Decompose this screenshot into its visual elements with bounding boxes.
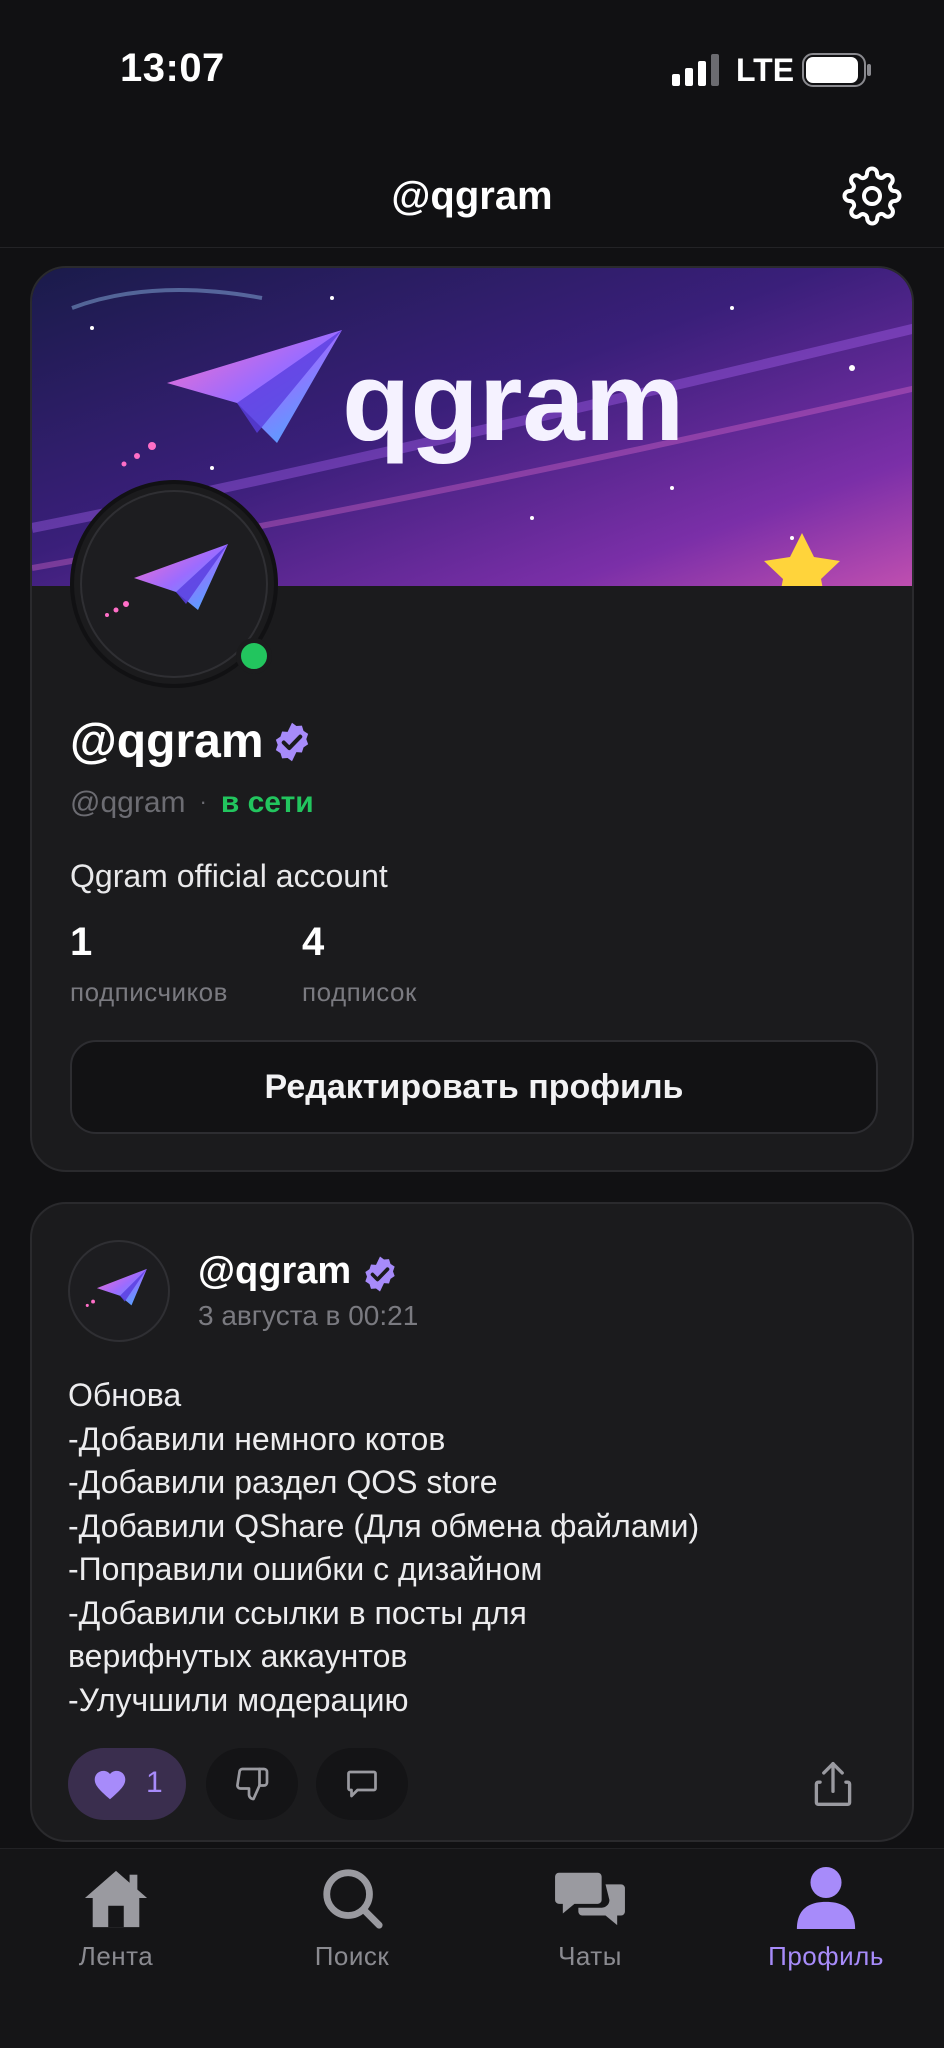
comment-icon bbox=[347, 1770, 377, 1798]
bottom-tab-bar: Лента Поиск Чаты Профиль bbox=[0, 1848, 944, 2048]
like-count: 1 bbox=[146, 1766, 163, 1799]
online-indicator bbox=[236, 638, 272, 674]
bio: Qgram official account bbox=[70, 858, 388, 894]
tab-feed[interactable]: Лента bbox=[16, 1865, 216, 1972]
settings-button[interactable] bbox=[842, 166, 902, 226]
post-line: -Улучшили модерацию bbox=[68, 1681, 409, 1718]
following-count: 4 bbox=[302, 920, 325, 964]
followers-stat[interactable]: 1 подписчиков bbox=[70, 920, 228, 1008]
heart-icon bbox=[94, 1770, 126, 1800]
post-line: верифнутых аккаунтов bbox=[68, 1638, 408, 1674]
post-avatar[interactable] bbox=[68, 1240, 170, 1342]
page-title: @qgram bbox=[391, 174, 553, 218]
paper-plane-logo bbox=[85, 1268, 147, 1307]
post-timestamp: 3 августа в 00:21 bbox=[198, 1300, 419, 1331]
handle-line: @qgram · в сети bbox=[70, 786, 314, 820]
post-card: @qgram 3 августа в 00:21 Обнова -Добавил… bbox=[30, 1202, 914, 1842]
followers-count: 1 bbox=[70, 920, 93, 964]
signal-icon bbox=[672, 54, 719, 86]
battery-icon bbox=[802, 53, 871, 87]
network-label: LTE bbox=[736, 52, 795, 88]
tab-chats[interactable]: Чаты bbox=[490, 1865, 690, 1972]
post-line: -Поправили ошибки с дизайном bbox=[68, 1551, 543, 1587]
post-line: -Добавили раздел QOS store bbox=[68, 1464, 498, 1500]
tab-label: Профиль bbox=[768, 1941, 884, 1971]
top-header: @qgram bbox=[0, 140, 944, 248]
like-button[interactable]: 1 bbox=[68, 1748, 186, 1820]
search-icon bbox=[323, 1869, 383, 1929]
tab-profile[interactable]: Профиль bbox=[726, 1865, 926, 1972]
edit-profile-button[interactable]: Редактировать профиль bbox=[70, 1040, 878, 1134]
tab-label: Поиск bbox=[314, 1941, 390, 1971]
display-name: @qgram bbox=[70, 715, 264, 768]
status-time: 13:07 bbox=[120, 46, 225, 90]
handle: @qgram bbox=[70, 786, 186, 819]
comment-button[interactable] bbox=[316, 1748, 408, 1820]
dislike-button[interactable] bbox=[206, 1748, 298, 1820]
post-line: -Добавили ссылки в посты для bbox=[68, 1594, 527, 1631]
online-status: в сети bbox=[220, 786, 314, 819]
banner-logo-text: qgram bbox=[342, 339, 684, 464]
tab-label: Лента bbox=[78, 1941, 154, 1971]
post-author[interactable]: @qgram bbox=[198, 1250, 351, 1293]
share-icon[interactable] bbox=[810, 1760, 856, 1808]
post-line: -Добавили немного котов bbox=[68, 1420, 446, 1457]
profile-card: qgram @qgram @qgram · в сети Qgram officia… bbox=[30, 266, 914, 1172]
verified-badge-icon bbox=[275, 722, 309, 762]
thumbs-down-icon bbox=[236, 1767, 269, 1801]
tab-label: Чаты bbox=[558, 1941, 622, 1971]
following-stat[interactable]: 4 подписок bbox=[302, 920, 417, 1008]
chats-icon bbox=[555, 1872, 625, 1926]
post-line: -Добавили QShare (Для обмена файлами) bbox=[68, 1507, 700, 1544]
home-icon bbox=[84, 1870, 148, 1928]
post-line: Обнова bbox=[68, 1377, 182, 1413]
profile-icon bbox=[796, 1866, 856, 1930]
separator: · bbox=[199, 789, 207, 814]
status-bar: 13:07 LTE bbox=[0, 0, 944, 140]
post-body: Обнова -Добавили немного котов -Добавили… bbox=[68, 1374, 888, 1722]
gear-icon bbox=[842, 166, 902, 226]
tab-search[interactable]: Поиск bbox=[252, 1865, 452, 1972]
following-label: подписок bbox=[302, 977, 417, 1007]
verified-badge-icon bbox=[365, 1256, 395, 1292]
followers-label: подписчиков bbox=[70, 977, 228, 1007]
